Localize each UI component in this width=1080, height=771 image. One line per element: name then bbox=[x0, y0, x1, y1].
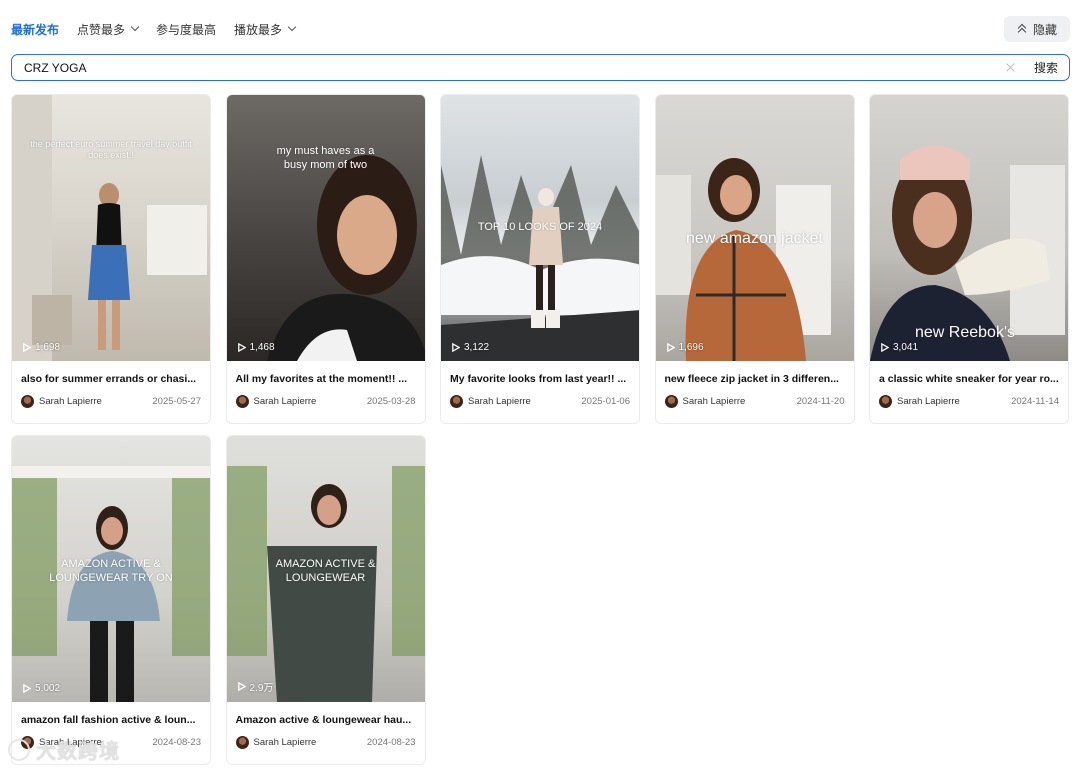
search-bar: 搜索 bbox=[11, 54, 1070, 81]
video-caption: AMAZON ACTIVE & LOUNGEWEAR bbox=[275, 558, 376, 584]
sort-tab-label: 最新发布 bbox=[11, 22, 60, 37]
chevron-down-icon bbox=[130, 22, 140, 32]
video-thumbnail: AMAZON ACTIVE & LOUNGEWEAR TRY ON 5,002 bbox=[12, 436, 210, 702]
video-caption: new amazon jacket bbox=[686, 230, 823, 247]
sort-tab-label: 播放最多 bbox=[234, 22, 283, 37]
publish-date: 2025-05-27 bbox=[152, 396, 201, 407]
video-caption: AMAZON ACTIVE & LOUNGEWEAR TRY ON bbox=[49, 558, 173, 584]
video-caption: the perfect euro summer travel day outfi… bbox=[30, 139, 192, 161]
view-count: 2.9万 bbox=[237, 679, 273, 694]
clear-icon[interactable] bbox=[1006, 63, 1016, 73]
video-card[interactable]: my must haves as a busy mom of two 1,468… bbox=[225, 94, 426, 424]
play-icon bbox=[666, 343, 675, 352]
view-count: 3,041 bbox=[880, 342, 918, 353]
video-thumbnail: new amazon jacket 1,696 bbox=[655, 95, 854, 361]
video-card[interactable]: the perfect euro summer travel day outfi… bbox=[11, 94, 211, 424]
search-input[interactable] bbox=[24, 60, 1006, 75]
video-title: amazon fall fashion active & loun... bbox=[21, 714, 196, 726]
sort-tab-latest[interactable]: 最新发布 bbox=[11, 21, 59, 38]
view-count: 5,002 bbox=[22, 683, 60, 694]
video-caption: new Reebok's bbox=[915, 324, 1015, 341]
video-title: new fleece zip jacket in 3 differen... bbox=[664, 373, 839, 385]
chevron-down-icon bbox=[287, 22, 297, 32]
avatar bbox=[21, 395, 34, 408]
sort-tab-most-plays[interactable]: 播放最多 bbox=[234, 21, 297, 38]
sort-tab-label: 点赞最多 bbox=[77, 22, 126, 37]
chevrons-up-icon bbox=[1017, 23, 1027, 37]
thumbnail-scene bbox=[655, 158, 831, 361]
video-title: My favorite looks from last year!! ... bbox=[450, 373, 627, 385]
publish-date: 2024-08-23 bbox=[152, 737, 201, 748]
author-name: Sarah Lapierre bbox=[253, 737, 317, 748]
author-name: Sarah Lapierre bbox=[468, 396, 531, 407]
sort-bar: 最新发布 点赞最多 参与度最高 播放最多 隐藏 bbox=[11, 16, 1070, 42]
hide-button[interactable]: 隐藏 bbox=[1004, 16, 1070, 42]
author-name: Sarah Lapierre bbox=[39, 396, 102, 407]
video-thumbnail: the perfect euro summer travel day outfi… bbox=[12, 95, 210, 361]
video-title: also for summer errands or chasi... bbox=[21, 373, 197, 385]
video-grid: the perfect euro summer travel day outfi… bbox=[11, 94, 1070, 765]
thumbnail-scene bbox=[12, 95, 207, 361]
publish-date: 2025-01-06 bbox=[581, 396, 630, 407]
video-card[interactable]: new amazon jacket 1,696 new fleece zip j… bbox=[654, 94, 855, 424]
video-card[interactable]: AMAZON ACTIVE & LOUNGEWEAR 2.9万 Amazon a… bbox=[225, 435, 426, 765]
play-icon bbox=[881, 343, 889, 352]
video-title: All my favorites at the moment!! ... bbox=[235, 373, 408, 385]
search-button[interactable]: 搜索 bbox=[1034, 59, 1058, 76]
watermark: 大数跨境 bbox=[8, 735, 120, 764]
publish-date: 2025-03-28 bbox=[366, 396, 416, 407]
watermark-logo-icon bbox=[8, 738, 30, 761]
author-name: Sarah Lapierre bbox=[253, 396, 317, 407]
video-thumbnail: my must haves as a busy mom of two 1,468 bbox=[226, 95, 425, 361]
play-icon bbox=[23, 684, 31, 693]
view-count: 3,122 bbox=[451, 342, 489, 353]
author-name: Sarah Lapierre bbox=[682, 396, 746, 407]
avatar bbox=[235, 395, 249, 408]
sort-tab-most-likes[interactable]: 点赞最多 bbox=[77, 21, 140, 38]
play-icon bbox=[23, 343, 31, 352]
video-caption: my must haves as a busy mom of two bbox=[276, 145, 375, 171]
video-card[interactable]: new Reebok's 3,041 a classic white sneak… bbox=[869, 94, 1069, 424]
avatar bbox=[235, 736, 249, 749]
hide-button-label: 隐藏 bbox=[1032, 22, 1057, 37]
publish-date: 2024-11-14 bbox=[1011, 396, 1059, 407]
view-count: 1,696 bbox=[666, 342, 704, 353]
author-name: Sarah Lapierre bbox=[897, 396, 960, 407]
sort-tab-label: 参与度最高 bbox=[156, 22, 217, 37]
video-thumbnail: AMAZON ACTIVE & LOUNGEWEAR 2.9万 bbox=[226, 436, 425, 702]
avatar bbox=[664, 395, 678, 408]
publish-date: 2024-08-23 bbox=[366, 737, 416, 748]
video-title: a classic white sneaker for year ro... bbox=[879, 373, 1059, 385]
play-icon bbox=[237, 343, 246, 352]
publish-date: 2024-11-20 bbox=[796, 396, 845, 407]
video-card[interactable]: TOP 10 LOOKS OF 2024 3,122 My favorite l… bbox=[440, 94, 640, 424]
video-card[interactable]: AMAZON ACTIVE & LOUNGEWEAR TRY ON 5,002 … bbox=[11, 435, 211, 765]
thumbnail-scene bbox=[266, 155, 425, 361]
video-thumbnail: TOP 10 LOOKS OF 2024 3,122 bbox=[441, 95, 639, 361]
play-icon bbox=[237, 682, 246, 691]
play-icon bbox=[452, 343, 460, 352]
video-thumbnail: new Reebok's 3,041 bbox=[870, 95, 1068, 361]
video-title: Amazon active & loungewear hau... bbox=[235, 714, 412, 726]
avatar bbox=[450, 395, 463, 408]
thumbnail-scene bbox=[870, 145, 1065, 361]
video-caption: TOP 10 LOOKS OF 2024 bbox=[477, 221, 603, 233]
sort-tab-engagement[interactable]: 参与度最高 bbox=[156, 21, 216, 38]
watermark-text: 大数跨境 bbox=[36, 741, 120, 763]
view-count: 1,468 bbox=[237, 342, 275, 353]
view-count: 1,698 bbox=[22, 342, 60, 353]
avatar bbox=[879, 395, 892, 408]
